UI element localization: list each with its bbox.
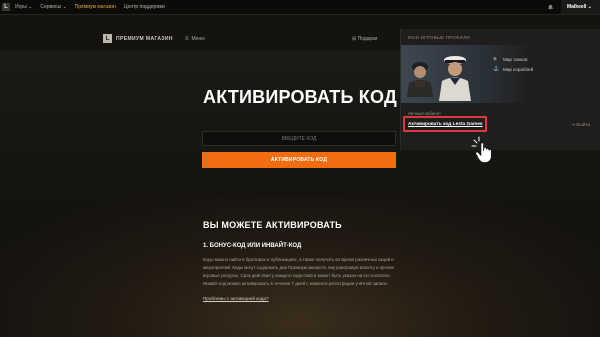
shop-title[interactable]: ПРЕМИУМ МАГАЗИН bbox=[116, 36, 173, 42]
code-input[interactable] bbox=[202, 131, 396, 146]
activation-help-link[interactable]: Проблемы с активацией кода? bbox=[203, 296, 269, 301]
games-artwork bbox=[401, 45, 600, 103]
nav-premium-shop[interactable]: Премиум магазин bbox=[75, 4, 116, 10]
page-title: АКТИВИРОВАТЬ КОД bbox=[203, 87, 397, 107]
profile-dropdown: МОИ ИГРОВЫЕ ПРОФИЛИ ◈ Мир танков ⚓ Мир к… bbox=[400, 29, 600, 150]
world-of-tanks-link[interactable]: ◈ Мир танков bbox=[493, 56, 528, 63]
bell-icon[interactable] bbox=[547, 4, 554, 11]
profiles-heading: МОИ ИГРОВЫЕ ПРОФИЛИ bbox=[408, 35, 470, 40]
nav-services[interactable]: Сервисы ⌄ bbox=[40, 4, 66, 10]
ships-link-label: Мир кораблей bbox=[503, 67, 534, 72]
description-paragraph: Коды можно найти в бросюрах и публикация… bbox=[203, 256, 403, 288]
topbar-right: Malkeell ⌄ bbox=[547, 0, 600, 14]
gifts-label: Подарки bbox=[357, 36, 378, 42]
subsection-title: 1. БОНУС-КОД ИЛИ ИНВАЙТ-КОД bbox=[203, 243, 302, 249]
world-of-ships-link[interactable]: ⚓ Мир кораблей bbox=[493, 66, 534, 73]
lesta-logo-icon[interactable]: L bbox=[2, 3, 10, 11]
burger-menu-icon: ≡ bbox=[185, 36, 189, 42]
menu-button[interactable]: ≡ Меню bbox=[185, 36, 205, 42]
sailor-figure bbox=[439, 56, 471, 101]
top-navigation-bar: L Игры ⌄ Сервисы ⌄ Премиум магазин Центр… bbox=[0, 0, 600, 15]
activate-code-button[interactable]: АКТИВИРОВАТЬ КОД bbox=[202, 152, 396, 168]
menu-label: Меню bbox=[191, 36, 206, 42]
nav-games[interactable]: Игры ⌄ bbox=[15, 4, 32, 10]
ship-icon: ⚓ bbox=[493, 66, 500, 72]
highlight-box bbox=[403, 116, 487, 132]
logout-button[interactable]: ⇥ Выйти bbox=[571, 122, 590, 128]
shop-logo-icon[interactable]: L bbox=[103, 34, 112, 43]
nav-support-center[interactable]: Центр поддержки bbox=[124, 4, 165, 10]
tanker-figure bbox=[407, 62, 433, 97]
paragraph-line: игровые ресурсы. Срок действия у каждого… bbox=[203, 273, 392, 278]
tank-icon: ◈ bbox=[493, 56, 497, 62]
paragraph-line: Инвайт-код можно активировать в течение … bbox=[203, 281, 388, 286]
logout-label: Выйти bbox=[576, 122, 590, 127]
paragraph-line: Коды можно найти в бросюрах и публикация… bbox=[203, 257, 394, 262]
tanks-link-label: Мир танков bbox=[503, 57, 528, 62]
hand-pointer-icon bbox=[471, 136, 492, 163]
gifts-button[interactable]: ⊞ Подарки bbox=[352, 36, 377, 42]
section-title: ВЫ МОЖЕТЕ АКТИВИРОВАТЬ bbox=[203, 220, 342, 230]
paragraph-line: мероприятий. Коды могут содержать дни Пр… bbox=[203, 265, 395, 270]
user-menu-button[interactable]: Malkeell ⌄ bbox=[560, 0, 600, 14]
